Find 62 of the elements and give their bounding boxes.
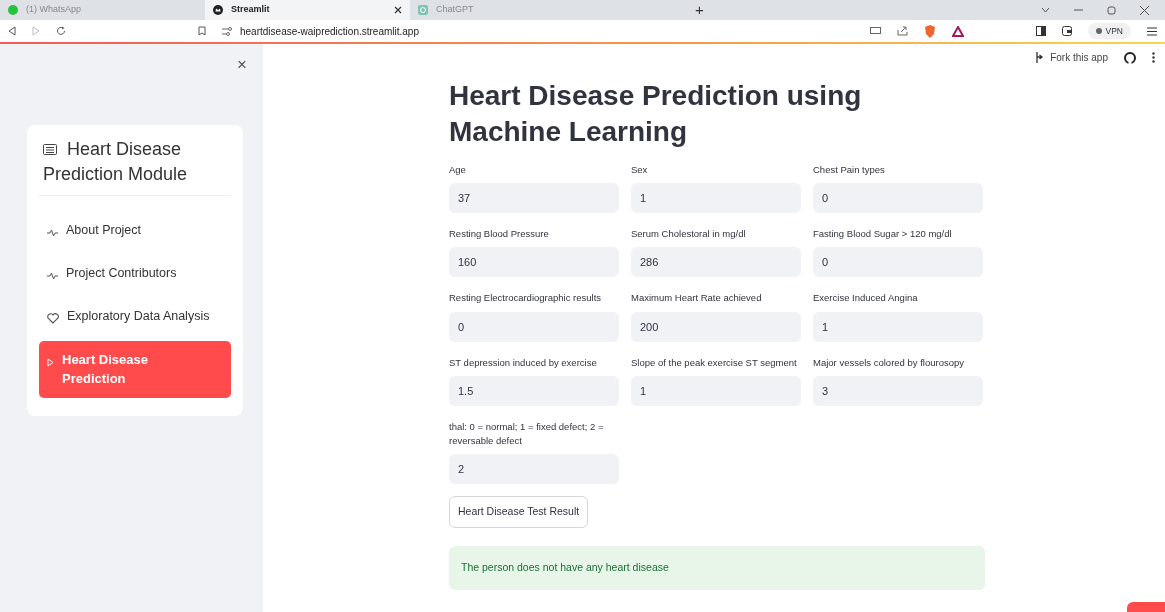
bookmark-icon[interactable]: [198, 26, 206, 36]
vpn-button[interactable]: VPN: [1087, 23, 1131, 39]
input-field[interactable]: 286: [631, 247, 801, 278]
input-field[interactable]: 0: [813, 247, 983, 278]
menu-item[interactable]: About Project: [39, 212, 231, 252]
input-field[interactable]: 0: [449, 311, 619, 342]
field-label: Maximum Heart Rate achieved: [631, 291, 763, 306]
close-icon[interactable]: [394, 6, 402, 14]
new-tab-button[interactable]: +: [695, 0, 704, 22]
input-field[interactable]: 200: [631, 311, 801, 342]
result-button[interactable]: Heart Disease Test Result: [449, 496, 589, 529]
menu-icon[interactable]: [1147, 26, 1157, 36]
field-label: Major vessels colored by flourosopy: [813, 355, 965, 370]
field-label: Fasting Blood Sugar > 120 mg/dl: [813, 227, 953, 242]
fork-link[interactable]: Fork this app: [1050, 50, 1108, 65]
sidebar-icon[interactable]: [1035, 26, 1046, 36]
url-field[interactable]: heartdisease-waiprediction.streamlit.app: [240, 23, 419, 39]
browser-tab[interactable]: Streamlit: [205, 0, 410, 20]
field-label: Age: [449, 162, 467, 177]
reload-icon[interactable]: [56, 26, 66, 36]
fork-icon: [1035, 52, 1045, 63]
close-sidebar-button[interactable]: ×: [237, 56, 247, 73]
menu-item[interactable]: Exploratory Data Analysis: [39, 297, 231, 337]
input-field[interactable]: 2: [449, 454, 619, 485]
site-settings-icon[interactable]: [222, 26, 232, 36]
pulse-icon: [47, 271, 58, 280]
input-field[interactable]: 1: [813, 311, 983, 342]
field-label: Sex: [631, 162, 649, 177]
crown-icon: [213, 5, 223, 15]
cast-icon[interactable]: [869, 26, 881, 36]
result-message: The person does not have any heart disease: [449, 546, 985, 590]
field-label: Slope of the peak exercise ST segment: [631, 355, 798, 370]
field-label: Chest Pain types: [813, 162, 886, 177]
input-field[interactable]: 37: [449, 183, 619, 214]
field-label: Serum Cholestoral in mg/dl: [631, 227, 747, 242]
input-field[interactable]: 160: [449, 247, 619, 278]
triangle-icon[interactable]: [951, 25, 964, 37]
field-label: Resting Blood Pressure: [449, 227, 550, 242]
play-icon: [47, 357, 54, 367]
heart-icon: [47, 313, 59, 325]
back-icon[interactable]: [8, 26, 16, 36]
menu-item[interactable]: Project Contributors: [39, 255, 231, 294]
field-label: Exercise Induced Angina: [813, 291, 919, 306]
close-icon[interactable]: [1140, 5, 1149, 15]
input-field[interactable]: 0: [813, 183, 983, 214]
field-label: Resting Electrocardiographic results: [449, 291, 603, 306]
input-field[interactable]: 1.5: [449, 375, 619, 406]
input-field[interactable]: 1: [631, 183, 801, 214]
field-label: ST depression induced by exercise: [449, 355, 598, 370]
menu-title: Heart Disease Prediction Module: [43, 138, 189, 187]
wallet-icon[interactable]: [1061, 26, 1072, 36]
share-icon[interactable]: [896, 26, 908, 36]
shield-icon[interactable]: [923, 24, 936, 38]
pulse-icon: [47, 229, 58, 238]
input-field[interactable]: 1: [631, 375, 801, 406]
input-field[interactable]: 3: [813, 375, 983, 406]
list-icon: [43, 143, 57, 157]
field-label: thal: 0 = normal; 1 = fixed defect; 2 = reversable defect: [449, 419, 605, 449]
page-title: Heart Disease Prediction using Machine Learning: [449, 79, 863, 150]
restore-icon[interactable]: [1107, 5, 1116, 15]
chevron-down-icon[interactable]: [1041, 7, 1050, 13]
more-icon[interactable]: [1152, 52, 1155, 63]
